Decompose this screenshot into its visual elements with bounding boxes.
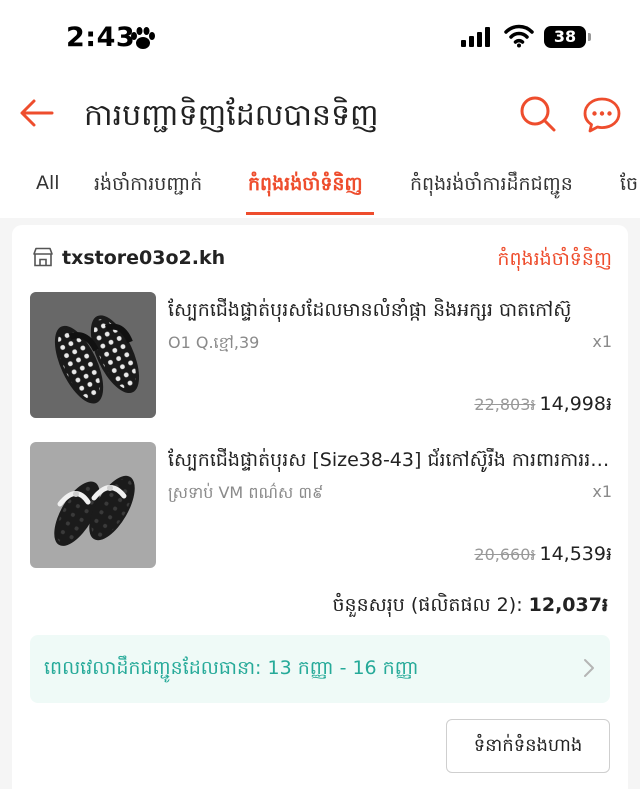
product-name: ស្បែកជើងផ្ទាត់បុរសដែលមានលំនាំផ្កា និងអក្… (168, 299, 572, 321)
wifi-icon (504, 24, 534, 48)
order-item[interactable]: ស្បែកជើងផ្ទាត់បុរស [Size38-43] ជ័រកៅស៊ូរ… (30, 442, 612, 568)
product-quantity: x1 (592, 332, 612, 351)
chevron-right-icon (584, 659, 594, 677)
tab-to-ship[interactable]: កំពុងរង់ចាំទំនិញ (248, 172, 363, 200)
product-prices: 20,660៛ 14,539៛ (474, 542, 612, 570)
sale-price: 14,998៛ (539, 393, 612, 415)
contact-shop-button[interactable]: ទំនាក់ទំនងហាង (446, 719, 610, 773)
product-quantity: x1 (592, 482, 612, 501)
original-price: 20,660៛ (474, 545, 536, 564)
original-price: 22,803៛ (474, 395, 536, 414)
signal-icon (461, 27, 490, 47)
tab-to-confirm[interactable]: រង់ចាំការបញ្ជាក់ (94, 172, 202, 200)
product-thumbnail[interactable] (30, 442, 156, 568)
shop-name[interactable]: txstore03o2.kh (62, 247, 225, 269)
status-time: 2:43 (66, 22, 136, 53)
app-header: ការបញ្ជាទិញដែលបានទិញ (0, 78, 640, 156)
battery-cap (588, 33, 591, 41)
active-tab-indicator (246, 212, 374, 215)
chat-icon[interactable] (582, 95, 622, 135)
order-total-value: 12,037៛ (528, 594, 608, 616)
tab-completed[interactable]: ចែ (620, 172, 638, 200)
status-bar: 2:43 38 (0, 0, 640, 78)
battery-indicator: 38 (544, 26, 586, 48)
delivery-estimate-text: ពេលវេលាដឹកជញ្ជូនដែលធានា: 13 កញ្ញា - 16 ក… (44, 657, 419, 679)
sale-price: 14,539៛ (539, 543, 612, 565)
tab-to-receive[interactable]: កំពុងរង់ចាំការដឹកជញ្ជូន (410, 172, 573, 200)
order-tabs: All រង់ចាំការបញ្ជាក់ កំពុងរង់ចាំទំនិញ កំ… (0, 156, 640, 218)
product-variant: ស្រទាប់ VM ពណ៌ស ៣៩ (168, 483, 324, 502)
search-icon[interactable] (518, 94, 558, 134)
shop-row[interactable]: txstore03o2.kh កំពុងរង់ចាំទំនិញ (32, 245, 612, 275)
order-card[interactable]: txstore03o2.kh កំពុងរង់ចាំទំនិញ ស្បែកជើង… (12, 225, 628, 789)
order-total-label: ចំនួនសរុប (ផលិតផល 2): (332, 594, 529, 616)
page-title: ការបញ្ជាទិញដែលបានទិញ (84, 98, 379, 133)
tab-all[interactable]: All (36, 172, 60, 194)
product-name: ស្បែកជើងផ្ទាត់បុរស [Size38-43] ជ័រកៅស៊ូរ… (168, 449, 612, 471)
order-status: កំពុងរង់ចាំទំនិញ (497, 248, 612, 270)
back-arrow-icon[interactable] (18, 94, 56, 132)
shop-icon (33, 247, 53, 267)
paw-icon (131, 27, 155, 49)
product-thumbnail[interactable] (30, 292, 156, 418)
order-total: ចំនួនសរុប (ផលិតផល 2): 12,037៛ (332, 593, 608, 621)
product-prices: 22,803៛ 14,998៛ (474, 392, 612, 420)
product-variant: O1 Q.ខ្មៅ,39 (168, 333, 260, 352)
delivery-estimate[interactable]: ពេលវេលាដឹកជញ្ជូនដែលធានា: 13 កញ្ញា - 16 ក… (30, 635, 610, 703)
order-item[interactable]: ស្បែកជើងផ្ទាត់បុរសដែលមានលំនាំផ្កា និងអក្… (30, 292, 612, 418)
